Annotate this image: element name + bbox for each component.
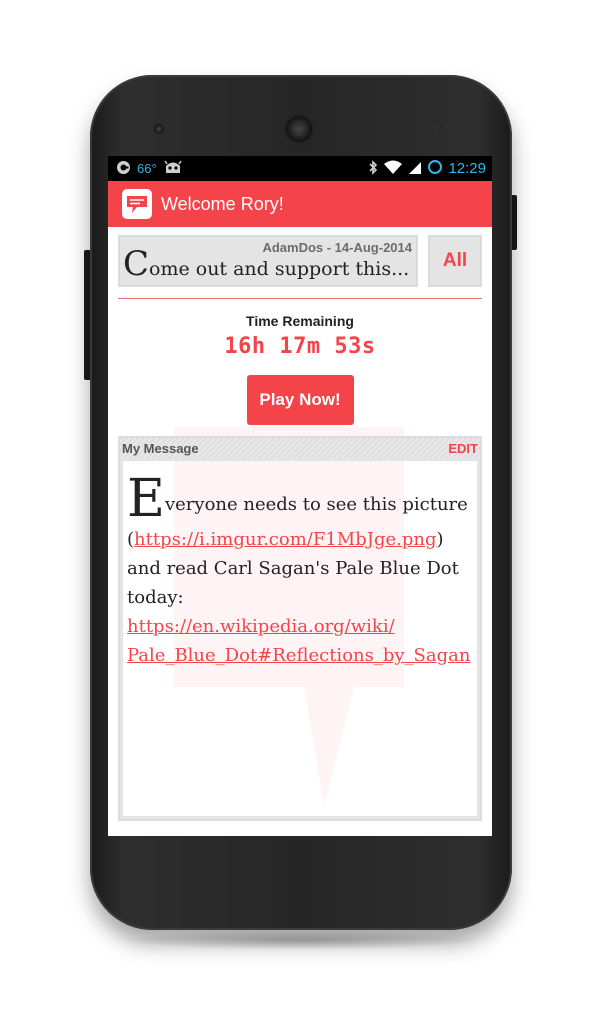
my-message-dropcap: E xyxy=(127,469,165,529)
play-now-button[interactable]: Play Now! xyxy=(246,375,354,425)
status-bar: 66° 12:29 xyxy=(108,156,492,181)
message-preview-text: ome out and support this... xyxy=(149,258,410,280)
edit-button[interactable]: EDIT xyxy=(448,441,478,456)
timer-section: Time Remaining 16h 17m 53s xyxy=(118,313,482,359)
message-row: AdamDos - 14-Aug-2014 Come out and suppo… xyxy=(118,235,482,287)
all-messages-button[interactable]: All xyxy=(428,235,482,287)
divider xyxy=(118,298,482,299)
phone-screen: 66° 12:29 Welcome Rory! AdamDos - 14-Aug… xyxy=(108,156,492,836)
my-message-body: Everyone needs to see this picture (http… xyxy=(120,458,480,819)
my-message-title: My Message xyxy=(122,440,199,456)
message-preview-dropcap: C xyxy=(123,244,150,284)
wikipedia-link-line2[interactable]: Pale_Blue_Dot#Reflections_by_Sagan xyxy=(127,645,470,666)
my-message-header: My Message EDIT xyxy=(120,438,480,458)
chat-bubble-icon xyxy=(122,189,152,219)
action-bar: Welcome Rory! xyxy=(108,181,492,227)
wifi-icon xyxy=(383,160,403,178)
app-title: Welcome Rory! xyxy=(161,193,284,214)
timer-label: Time Remaining xyxy=(246,313,354,329)
phone-shadow xyxy=(120,930,482,950)
bluetooth-icon xyxy=(368,159,378,178)
timer-value: 16h 17m 53s xyxy=(224,334,376,359)
android-icon xyxy=(163,160,183,178)
message-card[interactable]: AdamDos - 14-Aug-2014 Come out and suppo… xyxy=(118,235,418,287)
message-preview: Come out and support this... xyxy=(123,247,409,281)
wikipedia-link-line1[interactable]: https://en.wikipedia.org/wiki/ xyxy=(127,616,395,637)
stage: 66° 12:29 Welcome Rory! AdamDos - 14-Aug… xyxy=(0,0,600,1014)
temperature-text: 66° xyxy=(137,161,157,176)
battery-icon xyxy=(427,159,443,178)
notification-icon xyxy=(116,160,131,178)
my-message-panel: My Message EDIT Everyone needs to see th… xyxy=(118,436,482,821)
front-camera xyxy=(154,124,164,134)
light-sensor xyxy=(444,124,450,130)
earpiece-speaker xyxy=(286,116,312,142)
signal-icon xyxy=(408,160,422,178)
proximity-sensor xyxy=(432,124,438,130)
clock-text: 12:29 xyxy=(448,160,486,177)
imgur-link[interactable]: https://i.imgur.com/F1MbJge.png xyxy=(134,529,436,550)
main-content: AdamDos - 14-Aug-2014 Come out and suppo… xyxy=(108,227,492,836)
